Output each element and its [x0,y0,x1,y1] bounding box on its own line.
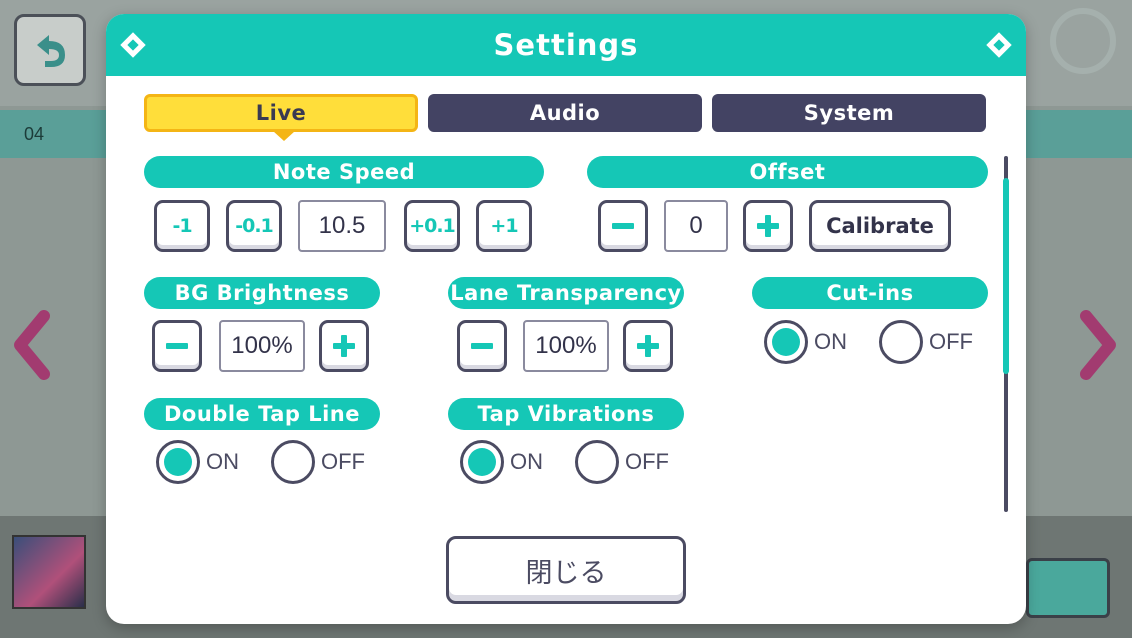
double-tap-line-on-radio[interactable]: ON [156,440,239,484]
offset-plus-button[interactable] [743,200,793,252]
scrollbar-thumb[interactable] [1003,178,1009,374]
double-tap-line-label: Double Tap Line [144,398,380,430]
bg-brightness-value: 100% [219,320,305,372]
lane-transparency-label: Lane Transparency [448,277,684,309]
cut-ins-label: Cut-ins [752,277,988,309]
radio-checked-icon [460,440,504,484]
offset-value: 0 [664,200,728,252]
settings-tabs: Live Audio System [144,94,988,141]
radio-label: ON [206,449,239,474]
radio-label: OFF [929,329,973,354]
back-button [14,14,86,86]
background-start-button [1026,558,1110,618]
lane-transparency-minus-button[interactable] [457,320,507,372]
radio-label: ON [510,449,543,474]
plus-icon [333,335,355,357]
bg-brightness-minus-button[interactable] [152,320,202,372]
note-speed-plus-1-button[interactable]: +1 [476,200,532,252]
dialog-title: Settings [493,28,639,62]
radio-unchecked-icon [575,440,619,484]
chevron-left-icon [14,310,50,380]
diamond-icon [986,32,1012,58]
tab-audio[interactable]: Audio [428,94,702,132]
plus-icon [637,335,659,357]
radio-label: ON [814,329,847,354]
offset-minus-button[interactable] [598,200,648,252]
chevron-right-icon [1080,310,1116,380]
radio-label: OFF [321,449,365,474]
radio-label: OFF [625,449,669,474]
cut-ins-on-radio[interactable]: ON [764,320,847,364]
lane-transparency-plus-button[interactable] [623,320,673,372]
note-speed-label: Note Speed [144,156,544,188]
back-arrow-icon [37,35,65,67]
tap-vibrations-on-radio[interactable]: ON [460,440,543,484]
note-speed-value: 10.5 [298,200,386,252]
tab-live[interactable]: Live [144,94,418,141]
bg-brightness-plus-button[interactable] [319,320,369,372]
radio-checked-icon [764,320,808,364]
offset-label: Offset [587,156,988,188]
note-speed-minus-0-1-button[interactable]: -0.1 [226,200,282,252]
settings-scrollbar[interactable] [1003,156,1009,512]
tap-vibrations-label: Tap Vibrations [448,398,684,430]
minus-icon [612,223,634,229]
radio-unchecked-icon [879,320,923,364]
settings-dialog: Settings Live Audio System Note Speed -1… [106,14,1026,624]
close-button[interactable]: 閉じる [446,536,686,604]
dialog-header: Settings [106,14,1026,76]
tab-system[interactable]: System [712,94,986,132]
bg-brightness-label: BG Brightness [144,277,380,309]
diamond-icon [120,32,146,58]
lane-transparency-value: 100% [523,320,609,372]
radio-unchecked-icon [271,440,315,484]
note-speed-plus-0-1-button[interactable]: +0.1 [404,200,460,252]
song-jacket-thumbnail [12,535,86,609]
minus-icon [471,343,493,349]
calibrate-button[interactable]: Calibrate [809,200,951,252]
radio-checked-icon [156,440,200,484]
background-strip-number: 04 [24,124,45,144]
background-ring-icon [1050,8,1116,74]
plus-icon [757,215,779,237]
double-tap-line-off-radio[interactable]: OFF [271,440,365,484]
tap-vibrations-off-radio[interactable]: OFF [575,440,669,484]
minus-icon [166,343,188,349]
cut-ins-off-radio[interactable]: OFF [879,320,973,364]
note-speed-minus-1-button[interactable]: -1 [154,200,210,252]
